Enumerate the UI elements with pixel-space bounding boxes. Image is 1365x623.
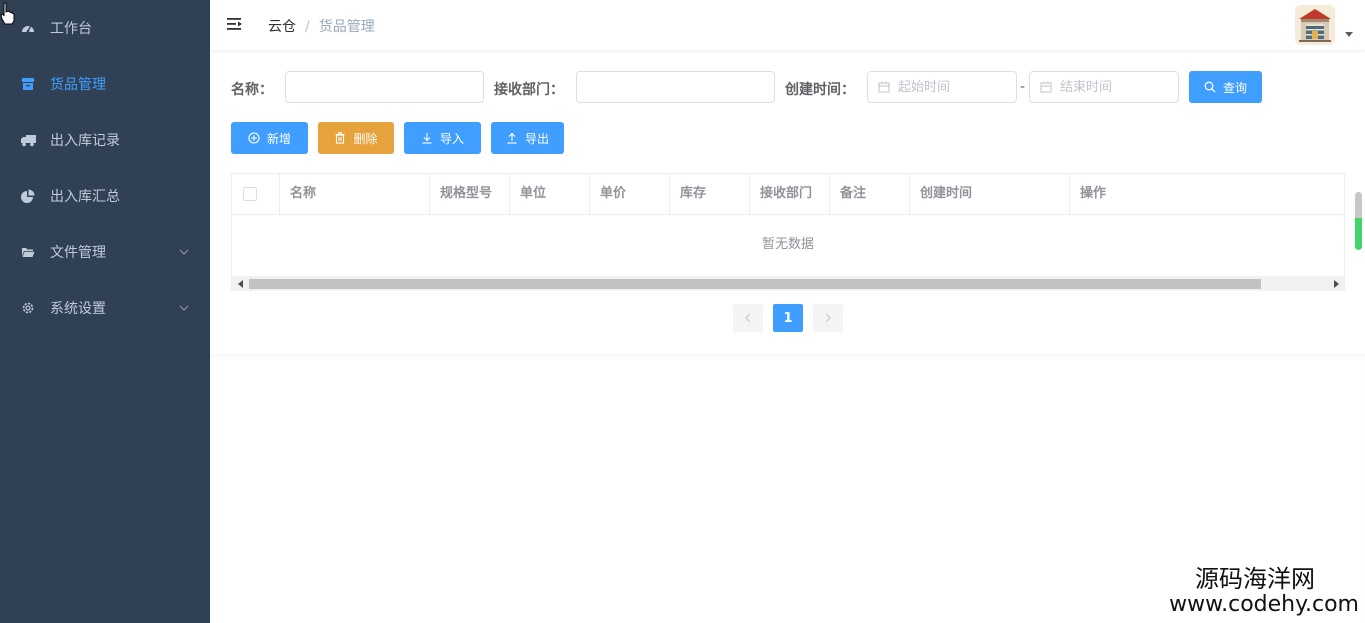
created-time-label: 创建时间： xyxy=(785,82,855,98)
sidebar-item-summary[interactable]: 出入库汇总 xyxy=(0,168,210,224)
table-header-cell[interactable]: 库存 xyxy=(670,174,750,215)
breadcrumb-home[interactable]: 云仓 xyxy=(268,19,296,35)
start-date-input[interactable] xyxy=(868,72,1016,102)
horizontal-scrollbar[interactable] xyxy=(232,276,1344,291)
name-input[interactable] xyxy=(286,72,483,102)
breadcrumb: 云仓 / 货品管理 xyxy=(268,16,375,36)
table-header-cell[interactable]: 规格型号 xyxy=(430,174,510,215)
goods-icon xyxy=(20,76,36,92)
plus-circle-icon xyxy=(248,132,260,144)
table-header-cell: 操作 xyxy=(1080,186,1107,201)
download-icon xyxy=(421,132,433,144)
truck-icon xyxy=(20,132,36,148)
goods-table: 名称 规格型号 单位 单价 库存 接收部门 备注 创建时间 操作 暂无数据 xyxy=(231,173,1345,291)
sidebar-item-label: 工作台 xyxy=(50,21,92,37)
sidebar-item-label: 文件管理 xyxy=(50,245,106,261)
export-button[interactable]: 导出 xyxy=(491,122,564,154)
hamburger-icon[interactable] xyxy=(226,15,246,35)
select-all-checkbox[interactable] xyxy=(243,187,257,201)
table-header-cell[interactable]: 接收部门 xyxy=(750,174,830,215)
scroll-right-icon[interactable] xyxy=(1334,280,1339,288)
folder-icon xyxy=(20,244,36,260)
scroll-left-icon[interactable] xyxy=(238,280,243,288)
page-number-button[interactable]: 1 xyxy=(773,304,803,332)
gear-icon xyxy=(20,300,36,316)
table-header: 名称 规格型号 单位 单价 库存 接收部门 备注 创建时间 操作 xyxy=(232,174,1344,215)
chevron-right-icon xyxy=(826,314,831,322)
avatar[interactable] xyxy=(1295,5,1335,45)
breadcrumb-separator: / xyxy=(305,19,310,35)
add-button-label: 新增 xyxy=(266,131,291,146)
search-icon xyxy=(1204,81,1216,93)
calendar-icon xyxy=(1040,81,1052,93)
navbar: 云仓 / 货品管理 xyxy=(210,0,1365,50)
dashboard-icon xyxy=(20,20,36,36)
sidebar-item-dashboard[interactable]: 工作台 xyxy=(0,0,210,56)
date-range-separator: - xyxy=(1020,79,1026,95)
pie-chart-icon xyxy=(20,188,36,204)
prev-page-button[interactable] xyxy=(733,304,763,332)
export-button-label: 导出 xyxy=(524,131,549,146)
sidebar-item-files[interactable]: 文件管理 xyxy=(0,224,210,280)
query-button-label: 查询 xyxy=(1222,80,1247,95)
breadcrumb-current: 货品管理 xyxy=(318,19,375,35)
delete-button[interactable]: 删除 xyxy=(318,122,394,154)
table-header-select xyxy=(232,174,280,215)
sidebar-item-label: 出入库记录 xyxy=(50,133,120,149)
end-date-wrapper xyxy=(1029,71,1179,103)
query-button[interactable]: 查询 xyxy=(1189,71,1262,103)
table-header-cell[interactable]: 名称 xyxy=(280,174,430,215)
sidebar-item-label: 出入库汇总 xyxy=(50,189,120,205)
scrollbar-thumb[interactable] xyxy=(249,279,1261,289)
add-button[interactable]: 新增 xyxy=(231,122,308,154)
sidebar-item-records[interactable]: 出入库记录 xyxy=(0,112,210,168)
name-input-wrapper xyxy=(285,71,484,103)
import-button-label: 导入 xyxy=(439,131,464,146)
trash-icon xyxy=(334,132,346,144)
upload-icon xyxy=(506,132,518,144)
chevron-down-icon xyxy=(178,302,190,314)
hand-cursor-icon xyxy=(0,2,16,26)
watermark-url: www.codehy.com xyxy=(1169,592,1359,617)
sidebar-item-settings[interactable]: 系统设置 xyxy=(0,280,210,336)
calendar-icon xyxy=(878,81,890,93)
vertical-scroll-indicator[interactable] xyxy=(1355,192,1362,250)
name-label: 名称： xyxy=(231,82,273,98)
delete-button-label: 删除 xyxy=(353,131,378,146)
watermark-title: 源码海洋网 xyxy=(1195,565,1315,593)
sidebar-item-label: 系统设置 xyxy=(50,301,106,317)
dept-input-wrapper xyxy=(576,71,775,103)
table-header-cell[interactable]: 单价 xyxy=(590,174,670,215)
chevron-left-icon xyxy=(745,314,750,322)
next-page-button[interactable] xyxy=(813,304,843,332)
import-button[interactable]: 导入 xyxy=(404,122,481,154)
watermark: 源码海洋网 www.codehy.com xyxy=(1169,565,1359,617)
end-date-input[interactable] xyxy=(1030,72,1178,102)
chevron-down-icon xyxy=(178,246,190,258)
table-header-cell[interactable]: 创建时间 xyxy=(910,174,1070,215)
table-empty-text: 暂无数据 xyxy=(761,237,814,252)
start-date-wrapper xyxy=(867,71,1017,103)
table-header-cell[interactable]: 单位 xyxy=(510,174,590,215)
sidebar-item-goods[interactable]: 货品管理 xyxy=(0,56,210,112)
dept-input[interactable] xyxy=(577,72,774,102)
main-content: 云仓 / 货品管理 名称： 接收部门： 创建时间： 起始时间 - 结束时间 查询… xyxy=(210,0,1365,623)
caret-down-icon[interactable] xyxy=(1345,32,1353,37)
table-header-cell[interactable]: 备注 xyxy=(830,174,910,215)
dept-label: 接收部门： xyxy=(494,82,564,98)
sidebar: 工作台 货品管理 出入库记录 出入库汇总 文件管理 系统设置 xyxy=(0,0,210,623)
sidebar-item-label: 货品管理 xyxy=(50,77,106,93)
